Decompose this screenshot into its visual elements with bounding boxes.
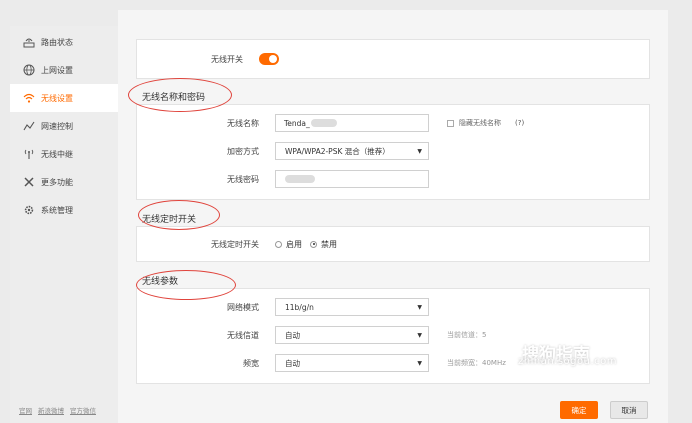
- wireless-switch-toggle[interactable]: [259, 53, 279, 65]
- annotation-ellipse-timer: [138, 200, 220, 230]
- annotation-ellipse-params: [136, 270, 236, 300]
- wifi-icon: [22, 91, 36, 105]
- mode-value: 11b/g/n: [285, 302, 314, 312]
- channel-select[interactable]: 自动 ▼: [275, 326, 429, 344]
- mode-label: 网络模式: [227, 302, 259, 312]
- chevron-down-icon: ▼: [417, 303, 422, 311]
- channel-label: 无线信道: [227, 330, 259, 340]
- timer-card: 无线定时开关 启用 禁用: [136, 226, 650, 262]
- help-icon[interactable]: (?): [515, 119, 524, 127]
- footer-link-website[interactable]: 官网: [19, 405, 32, 415]
- bandwidth-hint: 当前频宽：40MHz: [447, 359, 506, 367]
- timer-on-option[interactable]: 启用: [275, 239, 302, 250]
- footer-link-wechat[interactable]: 官方微信: [70, 405, 96, 415]
- tools-icon: [22, 175, 36, 189]
- sidebar-item-label: 系统管理: [41, 205, 73, 215]
- hide-ssid-option[interactable]: 隐藏无线名称 (?): [447, 118, 524, 128]
- sidebar: 路由状态 上网设置 无线设置 网速控制 无线中继 更多功能 系统管理 官网 新浪…: [10, 26, 118, 423]
- timer-off-option[interactable]: 禁用: [310, 239, 337, 250]
- bandwidth-select[interactable]: 自动 ▼: [275, 354, 429, 372]
- channel-hint: 当前信道：5: [447, 331, 487, 339]
- encryption-value: WPA/WPA2-PSK 混合（推荐）: [285, 146, 390, 156]
- sidebar-item-label: 路由状态: [41, 37, 73, 47]
- ok-button[interactable]: 确定: [560, 401, 598, 419]
- sidebar-item-speed[interactable]: 网速控制: [10, 112, 118, 140]
- sidebar-item-more[interactable]: 更多功能: [10, 168, 118, 196]
- footer-links: 官网 新浪微博 官方微信: [19, 405, 96, 415]
- bandwidth-value: 自动: [285, 358, 300, 368]
- sidebar-item-wireless[interactable]: 无线设置: [10, 84, 118, 112]
- cancel-button[interactable]: 取消: [610, 401, 648, 419]
- sidebar-item-label: 网速控制: [41, 121, 73, 131]
- repeater-icon: [22, 147, 36, 161]
- chevron-down-icon: ▼: [417, 331, 422, 339]
- password-label: 无线密码: [227, 174, 259, 184]
- params-card: 网络模式 11b/g/n ▼ 无线信道 自动 ▼ 当前信道：5 频宽 自动 ▼ …: [136, 288, 650, 384]
- annotation-ellipse-name-password: [128, 78, 232, 112]
- bandwidth-label: 频宽: [243, 358, 259, 368]
- sidebar-item-label: 无线中继: [41, 149, 73, 159]
- ssid-input[interactable]: Tenda_: [275, 114, 429, 132]
- sidebar-item-label: 无线设置: [41, 93, 73, 103]
- wireless-switch-label: 无线开关: [211, 54, 243, 64]
- sidebar-item-label: 上网设置: [41, 65, 73, 75]
- sidebar-item-status[interactable]: 路由状态: [10, 28, 118, 56]
- name-password-card: 无线名称 Tenda_ 隐藏无线名称 (?) 加密方式 WPA/WPA2-PSK…: [136, 104, 650, 200]
- gear-icon: [22, 203, 36, 217]
- encryption-label: 加密方式: [227, 146, 259, 156]
- timer-off-radio[interactable]: [310, 240, 317, 248]
- hide-ssid-checkbox[interactable]: [447, 119, 454, 127]
- timer-label: 无线定时开关: [211, 239, 259, 249]
- chevron-down-icon: ▼: [417, 359, 422, 367]
- watermark-url: zhinan.sogou.com: [518, 356, 618, 367]
- speed-chart-icon: [22, 119, 36, 133]
- encryption-select[interactable]: WPA/WPA2-PSK 混合（推荐） ▼: [275, 142, 429, 160]
- sidebar-item-system[interactable]: 系统管理: [10, 196, 118, 224]
- ssid-label: 无线名称: [227, 118, 259, 128]
- sidebar-item-internet[interactable]: 上网设置: [10, 56, 118, 84]
- timer-on-radio[interactable]: [275, 240, 282, 248]
- wireless-switch-card: 无线开关: [136, 39, 650, 79]
- footer-link-weibo[interactable]: 新浪微博: [38, 405, 64, 415]
- sidebar-item-label: 更多功能: [41, 177, 73, 187]
- router-icon: [22, 35, 36, 49]
- sidebar-item-repeater[interactable]: 无线中继: [10, 140, 118, 168]
- chevron-down-icon: ▼: [417, 147, 422, 155]
- ssid-value: Tenda_: [284, 118, 310, 128]
- channel-value: 自动: [285, 330, 300, 340]
- password-input[interactable]: [275, 170, 429, 188]
- globe-icon: [22, 63, 36, 77]
- hide-ssid-label: 隐藏无线名称: [459, 119, 501, 127]
- mode-select[interactable]: 11b/g/n ▼: [275, 298, 429, 316]
